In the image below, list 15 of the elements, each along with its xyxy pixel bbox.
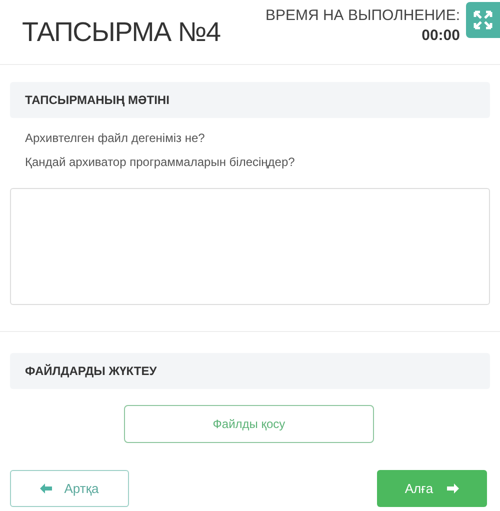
timer-label: ВРЕМЯ НА ВЫПОЛНЕНИЕ: [265, 6, 460, 26]
section-title: ТАПСЫРМАНЫҢ МӘТІНІ [25, 92, 170, 109]
page-title: ТАПСЫРМА №4 [22, 16, 220, 49]
answer-field[interactable] [10, 188, 490, 305]
section-title: ФАЙЛДАРДЫ ЖҮКТЕУ [25, 363, 157, 380]
expand-icon [473, 10, 493, 30]
add-file-button[interactable]: Файлды қосу [124, 405, 374, 443]
fullscreen-button[interactable] [466, 2, 500, 38]
back-button[interactable]: Артқа [10, 470, 129, 507]
arrow-left-icon [40, 483, 52, 494]
task-text: Архивтелген файл дегеніміз не? [25, 130, 206, 146]
timer-value: 00:00 [422, 26, 460, 46]
task-text: Қандай архиватор программаларын білесіңдер? [25, 154, 296, 170]
arrow-right-icon [447, 483, 460, 494]
next-button[interactable]: Алға [377, 470, 487, 507]
